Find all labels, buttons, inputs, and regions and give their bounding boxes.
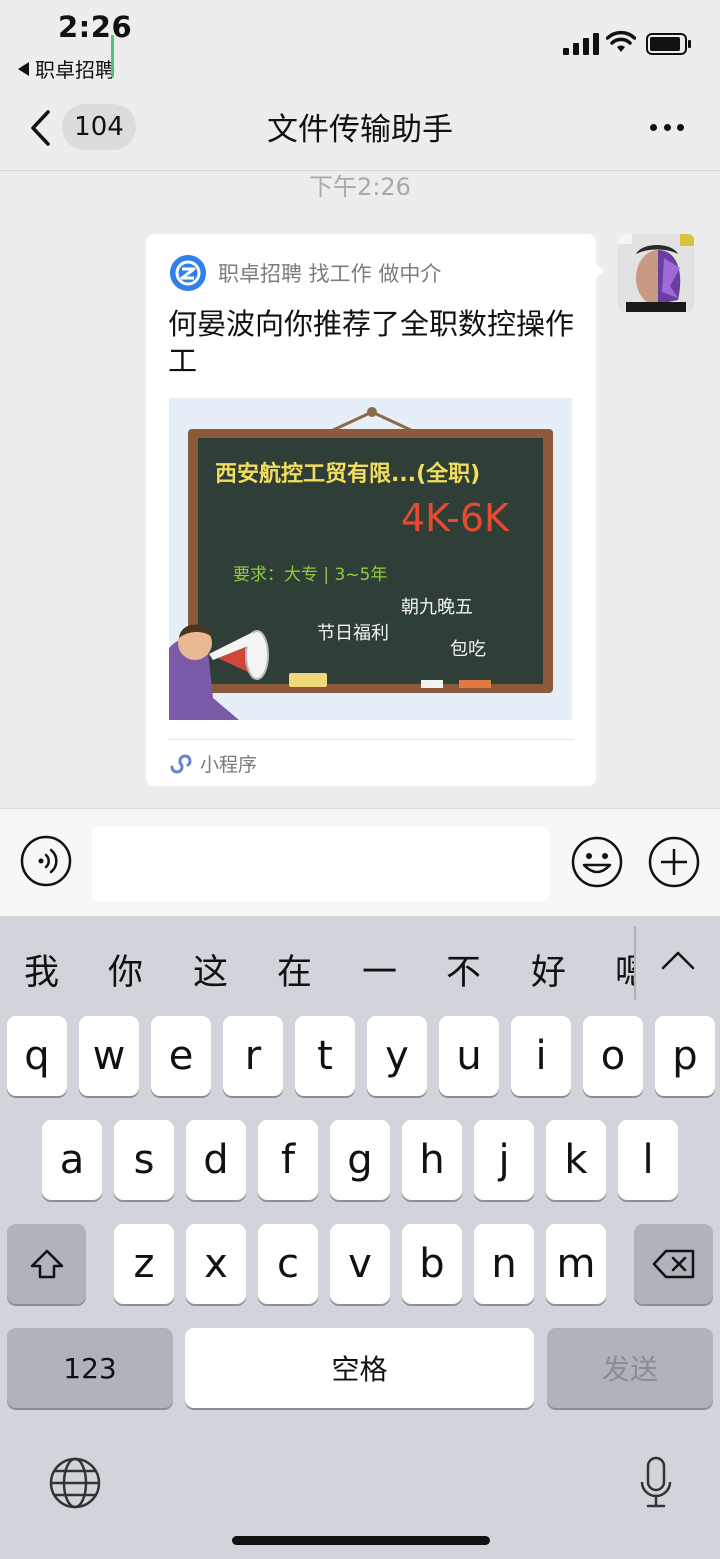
avatar-image [618,234,694,312]
card-bubble-tail [594,262,604,280]
mic-icon[interactable] [640,1456,672,1512]
key-a[interactable]: a [42,1120,102,1200]
card-cover-image: 西安航控工贸有限...(全职) 4K-6K 要求：大专 | 3~5年 朝九晚五 … [169,398,572,720]
key-w[interactable]: w [79,1016,139,1096]
candidate-word[interactable]: 不 [446,944,481,995]
miniprogram-icon [170,754,192,773]
more-dot [677,124,684,131]
back-to-app-link[interactable]: 职卓招聘 [18,54,115,83]
benefit-meals: 包吃 [450,639,486,660]
candidate-word[interactable]: 我 [24,944,59,995]
key-g[interactable]: g [330,1120,390,1200]
key-d[interactable]: d [186,1120,246,1200]
back-triangle-icon [18,61,29,76]
signal-icon [563,33,599,55]
candidate-word[interactable]: 这 [193,944,228,995]
keyboard: 我 你 这 在 一 不 好 嗯 q w e r t y u i o p a s … [0,916,720,1559]
wifi-icon [606,30,636,52]
message-timestamp: 下午2:26 [309,173,411,201]
key-i[interactable]: i [511,1016,571,1096]
card-footer-label: 小程序 [200,754,258,776]
key-h[interactable]: h [402,1120,462,1200]
key-y[interactable]: y [367,1016,427,1096]
shift-key[interactable] [7,1224,86,1304]
key-s[interactable]: s [114,1120,174,1200]
text-cursor [111,35,114,77]
key-o[interactable]: o [583,1016,643,1096]
voice-icon[interactable] [20,835,72,887]
numbers-key[interactable]: 123 [7,1328,173,1408]
card-footer: 小程序 [168,750,257,777]
candidate-word[interactable]: 一 [362,944,397,995]
card-title: 何晏波向你推荐了全职数控操作工 [168,307,575,378]
page-title: 文件传输助手 [267,112,453,148]
delete-key[interactable] [634,1224,713,1304]
send-key[interactable]: 发送 [547,1328,713,1408]
key-c[interactable]: c [258,1224,318,1304]
home-indicator [232,1536,490,1545]
navigation-bar: 104 文件传输助手 [0,84,720,171]
job-requirements: 要求：大专 | 3~5年 [233,565,388,585]
status-time: 2:26 [58,10,133,44]
candidate-word[interactable]: 你 [108,944,143,995]
miniprogram-card[interactable]: 职卓招聘 找工作 做中介 何晏波向你推荐了全职数控操作工 西安航控工贸有限...… [146,234,596,786]
message-input-bar [0,808,720,917]
key-r[interactable]: r [223,1016,283,1096]
key-u[interactable]: u [439,1016,499,1096]
candidate-separator [634,926,636,1000]
key-p[interactable]: p [655,1016,715,1096]
key-j[interactable]: j [474,1120,534,1200]
key-t[interactable]: t [295,1016,355,1096]
zhizhuo-logo-icon [170,255,206,291]
message-input[interactable] [92,827,550,901]
key-x[interactable]: x [186,1224,246,1304]
unread-count-badge[interactable]: 104 [62,104,136,150]
key-z[interactable]: z [114,1224,174,1304]
card-source-label: 职卓招聘 找工作 做中介 [218,262,442,286]
space-key[interactable]: 空格 [185,1328,534,1408]
key-k[interactable]: k [546,1120,606,1200]
candidate-bar: 我 你 这 在 一 不 好 嗯 [0,916,720,1008]
key-v[interactable]: v [330,1224,390,1304]
back-app-label: 职卓招聘 [35,58,115,82]
benefit-holiday: 节日福利 [317,623,389,644]
candidate-overflow: 嗯 [612,916,634,1008]
back-chevron-icon[interactable] [28,109,52,147]
salary-range: 4K-6K [401,496,509,540]
benefit-hours: 朝九晚五 [401,597,473,618]
candidate-word[interactable]: 嗯 [615,944,634,995]
more-dot [663,124,671,131]
company-name: 西安航控工贸有限...(全职) [215,462,481,487]
chalkboard-illustration [169,398,572,720]
key-b[interactable]: b [402,1224,462,1304]
more-icon[interactable] [650,124,684,132]
key-m[interactable]: m [546,1224,606,1304]
delete-icon [652,1249,694,1279]
card-divider [168,739,574,740]
battery-icon [646,33,691,55]
key-q[interactable]: q [7,1016,67,1096]
key-n[interactable]: n [474,1224,534,1304]
candidate-word[interactable]: 好 [531,944,566,995]
key-e[interactable]: e [151,1016,211,1096]
more-dot [650,124,657,131]
key-f[interactable]: f [258,1120,318,1200]
key-l[interactable]: l [618,1120,678,1200]
globe-icon[interactable] [48,1456,102,1510]
avatar[interactable] [618,234,694,312]
candidate-word[interactable]: 在 [277,944,312,995]
chevron-up-icon[interactable] [660,948,696,972]
plus-icon[interactable] [647,835,701,889]
emoji-icon[interactable] [570,835,624,889]
shift-icon [30,1249,63,1279]
